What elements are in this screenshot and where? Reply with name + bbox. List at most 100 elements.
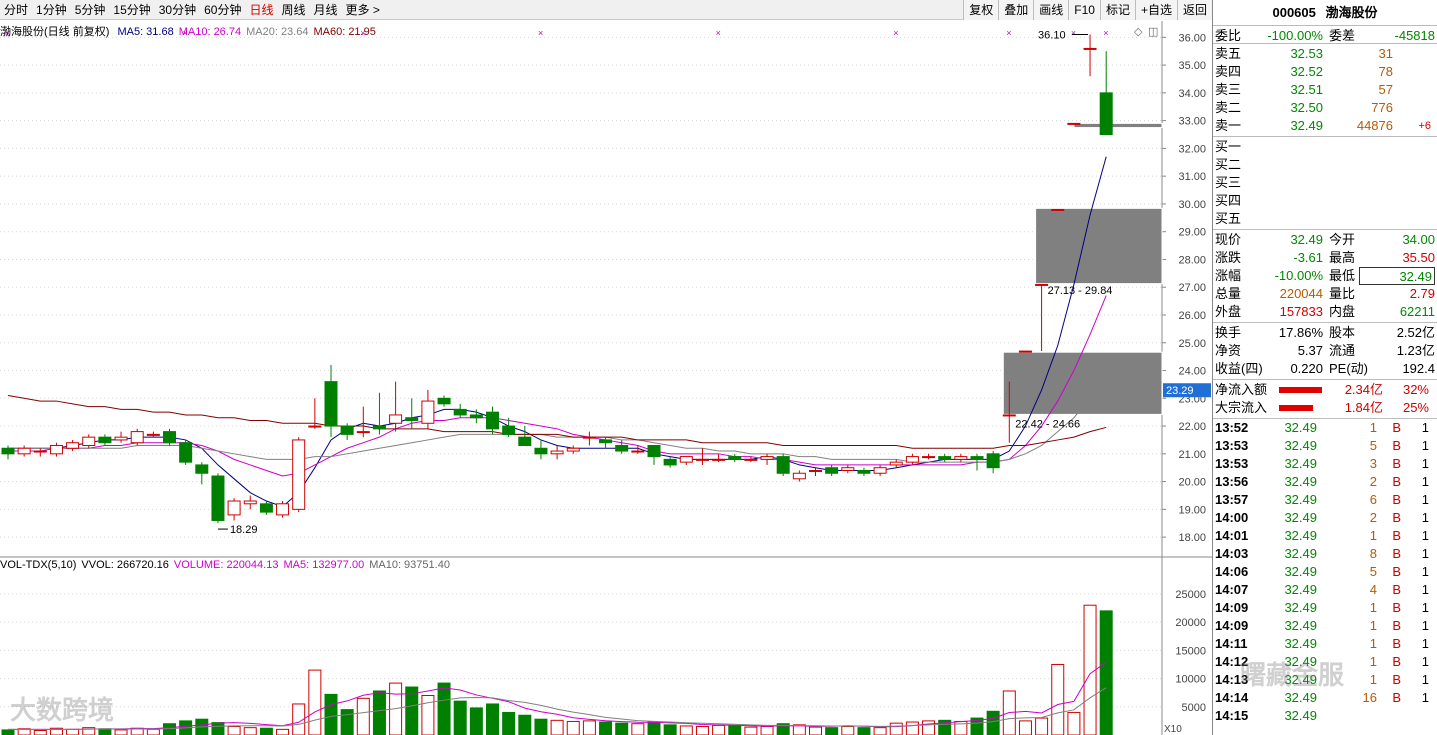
volume-bar bbox=[841, 726, 855, 735]
diamond-icon[interactable]: ◇ bbox=[1134, 25, 1142, 38]
candle-body bbox=[33, 450, 47, 453]
quote-value: 17.86% bbox=[1278, 325, 1323, 340]
tick-price: 32.49 bbox=[1284, 600, 1317, 615]
kline-chart[interactable]: 18.0019.0020.0021.0022.0023.0024.0025.00… bbox=[0, 21, 1212, 735]
tool-button-3[interactable]: F10 bbox=[1068, 0, 1100, 20]
volume-bar bbox=[259, 727, 273, 735]
price-gap-box bbox=[1002, 351, 1163, 415]
buy-level[interactable]: 买四 bbox=[1213, 192, 1437, 210]
tick-row[interactable]: 14:09 32.49 1 B 1 bbox=[1213, 599, 1437, 617]
tick-row[interactable]: 14:00 32.49 2 B 1 bbox=[1213, 509, 1437, 527]
tick-row[interactable]: 14:09 32.49 1 B 1 bbox=[1213, 617, 1437, 635]
tick-price: 32.49 bbox=[1284, 420, 1317, 435]
buy-level[interactable]: 买五 bbox=[1213, 210, 1437, 228]
buy-level-label: 买五 bbox=[1215, 211, 1242, 226]
volume-bar bbox=[986, 710, 1000, 735]
stock-code: 000605 bbox=[1272, 5, 1316, 20]
volume-bar bbox=[66, 728, 80, 735]
candle-body bbox=[986, 453, 1000, 469]
volume-bar bbox=[1018, 720, 1032, 735]
tick-time: 14:03 bbox=[1215, 546, 1249, 561]
sell-level[interactable]: 卖四 32.52 78 bbox=[1213, 63, 1437, 81]
tick-row[interactable]: 14:15 32.49 bbox=[1213, 707, 1437, 725]
candle-body bbox=[389, 414, 403, 424]
tick-count: 1 bbox=[1421, 438, 1429, 453]
candle-body bbox=[857, 469, 871, 474]
tick-row[interactable]: 14:01 32.49 1 B 1 bbox=[1213, 527, 1437, 545]
volume-legend-item: MA5: 132977.00 bbox=[283, 559, 365, 571]
price-tick-label: 19.00 bbox=[1178, 504, 1206, 516]
volume-bar bbox=[582, 720, 596, 735]
tool-button-1[interactable]: 叠加 bbox=[998, 0, 1034, 20]
buy-level[interactable]: 买三 bbox=[1213, 174, 1437, 192]
candle-body bbox=[744, 458, 758, 461]
volume-bar bbox=[163, 723, 176, 735]
candle-body bbox=[889, 461, 903, 466]
quote-fundamentals: 换手 17.86% 股本 2.52亿 净资 5.37 流通 1.23亿 收益(四) 0.220 PE… bbox=[1213, 323, 1437, 380]
period-tab-7[interactable]: 周线 bbox=[277, 0, 309, 20]
period-tab-1[interactable]: 1分钟 bbox=[32, 0, 71, 20]
buy-level-label: 买四 bbox=[1215, 193, 1242, 208]
tick-row[interactable]: 13:56 32.49 2 B 1 bbox=[1213, 473, 1437, 491]
tick-row[interactable]: 13:53 32.49 3 B 1 bbox=[1213, 455, 1437, 473]
candle-body bbox=[1002, 414, 1016, 417]
quote-row: 换手 17.86% 股本 2.52亿 bbox=[1213, 324, 1437, 342]
tool-button-0[interactable]: 复权 bbox=[963, 0, 999, 20]
sell-level[interactable]: 卖一 32.49 44876 +6 bbox=[1213, 117, 1437, 135]
sell-level-price: 32.52 bbox=[1290, 64, 1323, 79]
volume-bar bbox=[1, 729, 15, 735]
period-tab-3[interactable]: 15分钟 bbox=[109, 0, 154, 20]
period-tab-6[interactable]: 日线 bbox=[245, 0, 277, 20]
quote-row: 涨幅 -10.00% 最低 32.49 bbox=[1213, 267, 1437, 285]
candle-body bbox=[954, 456, 968, 460]
tick-row[interactable]: 14:07 32.49 4 B 1 bbox=[1213, 581, 1437, 599]
kline-chart-area[interactable]: 18.00 19.00 20.00 21.00 22.00 23.00 24.00 25.00… bbox=[0, 21, 1212, 735]
tool-button-4[interactable]: 标记 bbox=[1099, 0, 1135, 20]
tick-count: 1 bbox=[1421, 636, 1429, 651]
tick-row[interactable]: 13:57 32.49 6 B 1 bbox=[1213, 491, 1437, 509]
period-tab-9[interactable]: 更多 > bbox=[342, 0, 384, 20]
candle-body bbox=[647, 444, 661, 458]
buy-level[interactable]: 买二 bbox=[1213, 156, 1437, 174]
candle-body bbox=[809, 469, 822, 472]
candle-body bbox=[502, 425, 516, 435]
window-icon[interactable]: ◫ bbox=[1148, 25, 1158, 38]
tick-row[interactable]: 13:53 32.49 5 B 1 bbox=[1213, 437, 1437, 455]
period-tab-0[interactable]: 分时 bbox=[0, 0, 32, 20]
buy-level[interactable]: 买一 bbox=[1213, 138, 1437, 156]
tool-button-5[interactable]: +自选 bbox=[1134, 0, 1177, 20]
tick-volume: 8 bbox=[1369, 546, 1377, 561]
tick-row[interactable]: 13:52 32.49 1 B 1 bbox=[1213, 419, 1437, 437]
period-tab-4[interactable]: 30分钟 bbox=[155, 0, 200, 20]
tick-row[interactable]: 14:11 32.49 1 B 1 bbox=[1213, 635, 1437, 653]
sell-level[interactable]: 卖三 32.51 57 bbox=[1213, 81, 1437, 99]
price-tick-label: 28.00 bbox=[1178, 254, 1206, 266]
tick-side: B bbox=[1392, 600, 1401, 615]
period-tab-5[interactable]: 60分钟 bbox=[200, 0, 245, 20]
quote-value: -3.61 bbox=[1293, 250, 1323, 265]
candle-body bbox=[825, 467, 839, 474]
period-tab-8[interactable]: 月线 bbox=[310, 0, 342, 20]
tool-button-6[interactable]: 返回 bbox=[1176, 0, 1212, 20]
watermark-left: 大数跨境 bbox=[10, 695, 115, 725]
candle-body bbox=[243, 500, 257, 505]
period-tab-2[interactable]: 5分钟 bbox=[71, 0, 110, 20]
candle-body bbox=[372, 425, 386, 430]
candle-body bbox=[663, 458, 677, 466]
volume-tick-label: 15000 bbox=[1175, 645, 1206, 657]
tick-volume bbox=[1317, 707, 1377, 725]
sell-level[interactable]: 卖五 32.53 31 bbox=[1213, 45, 1437, 63]
quote-row: 现价 32.49 今开 34.00 bbox=[1213, 231, 1437, 249]
tick-row[interactable]: 14:06 32.49 5 B 1 bbox=[1213, 563, 1437, 581]
sell-level-change bbox=[1393, 45, 1435, 63]
candle-body bbox=[179, 442, 193, 463]
sell-level[interactable]: 卖二 32.50 776 bbox=[1213, 99, 1437, 117]
sell-level-volume: 44876 bbox=[1356, 118, 1393, 133]
volume-bar bbox=[340, 709, 354, 735]
tick-time: 14:00 bbox=[1215, 510, 1249, 525]
gap-upper-label: 27.13 - 29.84 bbox=[1048, 285, 1113, 297]
tool-button-2[interactable]: 画线 bbox=[1033, 0, 1069, 20]
price-tick-label: 32.00 bbox=[1178, 143, 1206, 155]
candle-body bbox=[49, 444, 63, 455]
tick-row[interactable]: 14:03 32.49 8 B 1 bbox=[1213, 545, 1437, 563]
